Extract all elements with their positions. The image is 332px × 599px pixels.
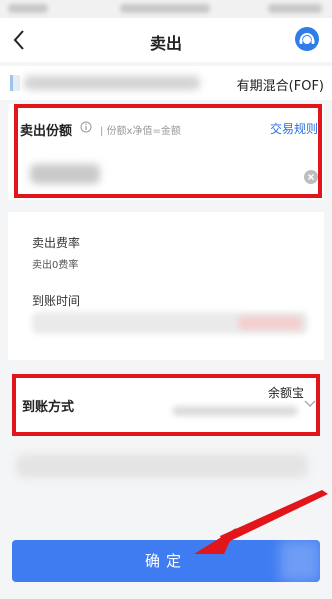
agreement-text-redacted — [16, 454, 308, 478]
clear-input-icon[interactable] — [304, 170, 318, 184]
sell-shares-card: 卖出份额 | 份额x净值=金额 交易规则 — [8, 104, 324, 200]
fund-logo — [10, 75, 20, 91]
arrival-timeline-highlight-redacted — [238, 316, 302, 330]
arrival-method-label: 到账方式 — [22, 400, 75, 415]
page-title: 卖出 — [149, 34, 182, 53]
trade-rules-link[interactable]: 交易规则 — [270, 120, 318, 137]
sell-shares-label: 卖出份额 — [20, 124, 73, 139]
fee-rate-label: 卖出费率 — [32, 236, 81, 250]
top-nav-bar: 卖出 — [0, 18, 332, 62]
arrival-method-detail-redacted — [172, 406, 298, 416]
fee-info-card: 卖出费率 卖出0费率 到账时间 — [8, 212, 324, 360]
info-icon[interactable] — [80, 121, 92, 133]
status-bar — [0, 0, 332, 18]
arrival-method-card[interactable]: 到账方式 余额宝 — [12, 374, 320, 434]
chevron-down-icon[interactable] — [304, 400, 316, 408]
customer-service-icon[interactable] — [294, 26, 320, 52]
sell-shares-hint-text: 份额x净值=金额 — [106, 126, 181, 137]
fund-name-row: 有期混合(FOF) — [0, 66, 332, 100]
confirm-button[interactable]: 确定 — [12, 540, 320, 582]
arrival-time-label: 到账时间 — [32, 294, 81, 308]
status-center-blur — [120, 4, 210, 13]
fund-name-suffix: 有期混合(FOF) — [236, 79, 324, 94]
sell-shares-hint: | 份额x净值=金额 — [100, 126, 181, 137]
fund-name-redacted — [24, 76, 200, 90]
fee-rate-value: 卖出0费率 — [32, 260, 79, 271]
arrival-method-value: 余额宝 — [267, 386, 304, 400]
status-time-blur — [8, 4, 48, 13]
status-right-blur — [268, 4, 322, 13]
share-amount-input[interactable] — [30, 164, 100, 184]
